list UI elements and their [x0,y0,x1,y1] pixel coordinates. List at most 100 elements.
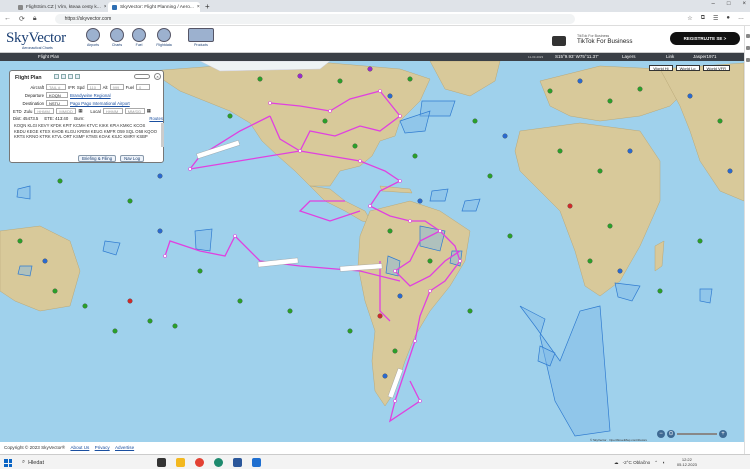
volume-icon[interactable]: ◖ [662,460,665,465]
world-lo-button[interactable]: World Lo [675,65,700,71]
route-scrollbar[interactable] [161,123,164,147]
south-america-land [357,200,471,407]
taskbar-apps [157,458,261,467]
skyvector-logo[interactable]: SkyVector [6,30,66,47]
calendar-icon[interactable]: ▦ [147,108,151,114]
chrome-icon[interactable] [195,458,204,467]
destination-input[interactable]: NSTU [46,100,68,106]
local-time-input[interactable]: HHMM [102,108,123,114]
app-icon[interactable] [252,458,261,467]
briefing-filing-button[interactable]: Briefing & Filing [78,155,117,162]
airspace-polygon [194,228,213,252]
airport-marker [382,373,388,379]
link-button[interactable]: Link [666,53,674,61]
australia-land [0,225,81,312]
browser-tab-flightsim[interactable]: FlightSim.CZ | Vím, kteaa cesty k... × [14,2,106,12]
route-textarea[interactable]: KOQN KLGI KEVY KFDK KPIT KCMH KTVC KIKK … [14,123,164,147]
clock[interactable]: 12:22 05.12.2023 [677,457,697,467]
zoom-slider[interactable] [677,433,717,435]
minimize-button[interactable]: – [712,1,715,7]
file-explorer-icon[interactable] [176,458,185,467]
new-tab-button[interactable]: + [205,2,210,12]
aircraft-input[interactable]: TAIL # [46,84,66,90]
waypoint-marker [378,89,382,93]
waypoint-marker [438,229,442,233]
tab-close-icon[interactable]: × [197,4,200,10]
aircraft-label: Aircraft [30,84,44,90]
nav-flightdata[interactable]: Flightdata [155,28,173,47]
tab-label: SkyVector: Flight Planning / Aero... [120,4,194,10]
fuel-input[interactable]: 0 [135,84,150,90]
airport-marker [127,198,133,204]
world-hi-button[interactable]: World Hi [649,65,673,71]
network-icon[interactable]: ⌃ [654,460,658,466]
tab-label: FlightSim.CZ | Vím, kteaa cesty k... [26,4,101,10]
nav-fuel[interactable]: Fuel [130,28,148,47]
new-plan-icon[interactable] [54,74,59,79]
save-plan-icon[interactable] [68,74,73,79]
star-icon[interactable]: ☆ [687,15,692,22]
sidebar-add-icon[interactable] [746,58,750,62]
nav-log-button[interactable]: Nav Log [120,155,145,162]
profile-icon[interactable]: ● [726,15,730,22]
ad-text[interactable]: TikTok For Business TikTok For Business [577,34,632,45]
world-vfr-button[interactable]: World VFR [702,65,730,71]
sidebar-search-icon[interactable] [746,34,750,38]
print-icon[interactable] [75,74,80,79]
waypoint-marker [298,149,302,153]
flight-plan-tab[interactable]: Flight Plan [38,53,59,61]
taskbar-search[interactable]: ⌕ Hledat [22,457,142,468]
airport-marker [607,98,613,104]
windows-start-icon[interactable] [4,459,12,467]
flight-plan-panel: Flight Plan × Aircraft TAIL # IFR Spd 11… [9,70,164,163]
edge-icon[interactable] [214,458,223,467]
close-icon[interactable]: × [154,73,161,80]
ete-value: ETE: 413:40 [44,116,69,121]
extensions-icon[interactable]: ⧉ [701,15,705,22]
airport-marker [17,238,23,244]
nav-products[interactable]: Products [186,28,216,47]
fuel-icon [132,28,146,42]
favorites-icon[interactable]: ☰ [713,15,718,22]
nav-charts[interactable]: Charts [108,28,126,47]
routes-link[interactable]: Routes [149,116,163,121]
maximize-button[interactable]: □ [727,1,731,7]
about-link[interactable]: About Us [70,445,89,450]
open-plan-icon[interactable] [61,74,66,79]
zoom-out-button[interactable]: − [657,430,665,438]
zulu-date-input[interactable]: MM/DD [56,108,77,114]
close-window-button[interactable]: × [742,1,746,7]
privacy-link[interactable]: Privacy [95,445,110,450]
calendar-icon[interactable]: ▦ [78,108,82,114]
departure-input[interactable]: KOQN [46,92,68,98]
nav-airports[interactable]: Airports [84,28,102,47]
zoom-fit-button[interactable]: ⊙ [667,430,675,438]
word-icon[interactable] [233,458,242,467]
sidebar-tools-icon[interactable] [746,46,750,50]
advertise-link[interactable]: Advertise [115,445,134,450]
speed-input[interactable]: 110 [86,84,101,90]
airport-marker [467,308,473,314]
task-view-icon[interactable] [157,458,166,467]
zoom-in-button[interactable]: + [719,430,727,438]
register-button[interactable]: REGISTRUJTE SE > [670,32,740,45]
zulu-time-input[interactable]: HHMM [34,108,55,114]
airport-marker [347,328,353,334]
destination-airport-link[interactable]: Pago Pago International Airport [70,101,130,106]
weather-text[interactable]: -2°C Oblačno [623,460,651,465]
back-icon[interactable]: ← [4,15,11,22]
browser-tab-skyvector[interactable]: SkyVector: Flight Planning / Aero... × [108,2,200,12]
url-field[interactable]: https://skyvector.com [54,13,575,24]
local-date-input[interactable]: MM/DD [124,108,145,114]
more-icon[interactable]: … [738,15,744,22]
local-label: Local [90,108,101,114]
panel-toggle[interactable] [134,74,150,79]
airport-marker [157,228,163,234]
layers-button[interactable]: Layers [622,53,636,61]
refresh-icon[interactable]: ⟳ [19,15,25,23]
user-menu[interactable]: Jasper1971 [693,53,717,61]
departure-airport-link[interactable]: Brandywine Regional [70,93,111,98]
chart-version: 11-03-2023 [528,55,544,59]
tab-close-icon[interactable]: × [104,4,106,10]
altitude-input[interactable]: 999 [109,84,124,90]
